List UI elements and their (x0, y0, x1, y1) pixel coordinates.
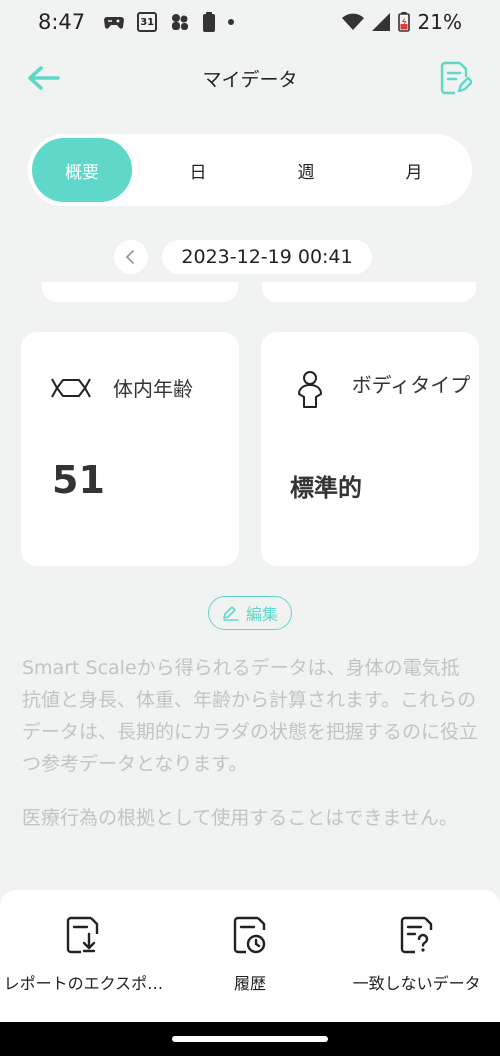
card-edge-right (262, 282, 476, 302)
body-type-card: ボディタイプ 標準的 (261, 332, 479, 566)
period-tab-bar: 概要 日 週 月 (28, 134, 472, 206)
cell-signal-icon (371, 13, 390, 31)
battery-saver-notification-icon (203, 12, 216, 32)
status-bar: 8:47 31 21% (0, 0, 500, 44)
person-icon (298, 371, 322, 408)
disclaimer-paragraph-1: Smart Scaleから得られるデータは、身体の電気抵抗値と身長、体重、年齢か… (22, 657, 479, 775)
disclaimer-paragraph-2: 医療行為の根拠として使用することはできません。 (22, 807, 458, 829)
hexagon-molecule-icon (51, 378, 91, 398)
back-arrow-icon[interactable] (24, 62, 64, 94)
history-icon (233, 916, 266, 954)
pets-notification-icon (172, 14, 189, 30)
status-time: 8:47 (38, 10, 86, 34)
edit-button[interactable]: 編集 (208, 596, 292, 630)
tab-month[interactable]: 月 (360, 138, 468, 202)
unmatched-data-icon (400, 916, 432, 954)
export-report-button[interactable]: レポートのエクスポ… (0, 890, 167, 1022)
system-icons: 21% (341, 10, 462, 34)
edit-button-label: 編集 (245, 605, 278, 624)
body-type-label: ボディタイプ (351, 373, 471, 397)
current-date[interactable]: 2023-12-19 00:41 (162, 240, 372, 274)
edit-report-icon[interactable] (438, 60, 472, 96)
tab-overview[interactable]: 概要 (32, 138, 132, 202)
page-title: マイデータ (202, 68, 298, 91)
battery-charging-icon (397, 12, 410, 32)
gamepad-notification-icon (104, 17, 125, 29)
app-bar: マイデータ (0, 50, 500, 106)
home-gesture-handle[interactable] (172, 1036, 328, 1042)
system-navigation-bar (0, 1022, 500, 1056)
more-notifications-dot-icon (228, 19, 235, 25)
body-age-label: 体内年齢 (113, 377, 193, 401)
date-navigation: 2023-12-19 00:41 (0, 240, 500, 274)
bottom-action-bar: レポートのエクスポ… 履歴 一致しないデータ (0, 890, 500, 1022)
notification-icons: 31 (103, 12, 235, 32)
body-type-value: 標準的 (290, 474, 362, 502)
unmatched-data-button[interactable]: 一致しないデータ (333, 890, 500, 1022)
export-report-label: レポートのエクスポ… (3, 974, 164, 993)
previous-date-button[interactable] (114, 240, 148, 274)
body-age-card: 体内年齢 51 (21, 332, 239, 566)
body-age-value: 51 (52, 458, 105, 502)
wifi-icon (341, 13, 364, 30)
tab-day[interactable]: 日 (144, 138, 252, 202)
unmatched-data-label: 一致しないデータ (352, 974, 481, 993)
history-label: 履歴 (234, 974, 267, 993)
chevron-left-icon (125, 250, 134, 264)
disclaimer-text: Smart Scaleから得られるデータは、身体の電気抵抗値と身長、体重、年齢か… (22, 652, 478, 834)
history-button[interactable]: 履歴 (167, 890, 334, 1022)
export-report-icon (67, 916, 99, 954)
card-edge-left (42, 282, 238, 302)
tab-week[interactable]: 週 (252, 138, 360, 202)
calendar-notification-icon: 31 (137, 12, 158, 32)
pencil-icon (223, 606, 239, 621)
battery-percent: 21% (417, 10, 462, 34)
